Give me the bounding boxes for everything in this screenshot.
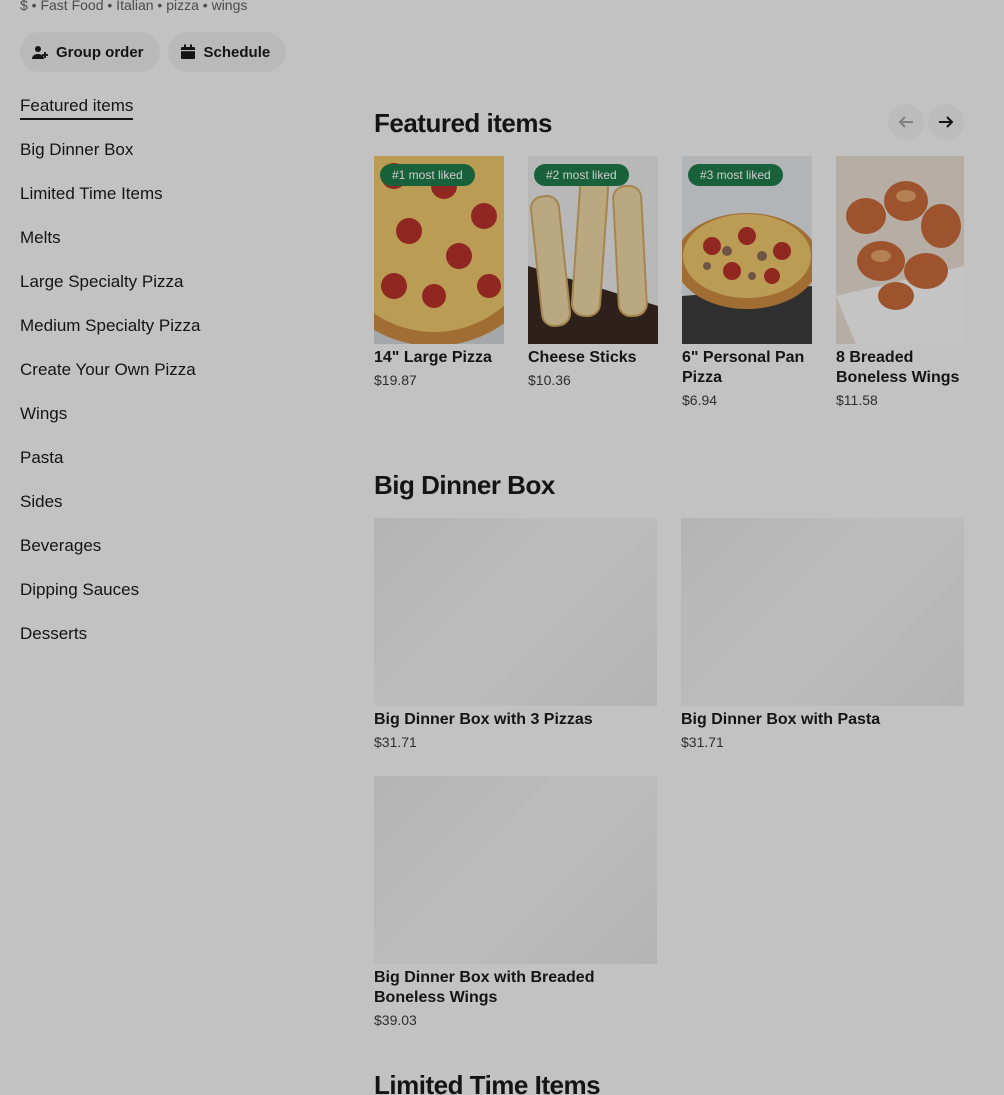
item-name: Big Dinner Box with 3 Pizzas [374,711,593,728]
sidebar-item-medium-specialty-pizza[interactable]: Medium Specialty Pizza [20,314,320,358]
pan-pizza-image: #3 most liked [682,156,812,344]
arrow-right-icon [939,116,954,128]
item-name: Cheese Sticks [528,349,637,366]
sidebar-item-label: Dipping Sauces [20,580,140,599]
sidebar-item-label: Melts [20,228,61,247]
cheese-sticks-image: #2 most liked [528,156,658,344]
sidebar-item-sides[interactable]: Sides [20,490,320,534]
sidebar-item-melts[interactable]: Melts [20,226,320,270]
schedule-label: Schedule [203,43,271,61]
add-person-icon [32,46,48,59]
sidebar-item-label: Create Your Own Pizza [20,360,196,379]
menu-item-card[interactable]: Big Dinner Box with Breaded Boneless Win… [374,776,657,1028]
most-liked-badge: #2 most liked [534,164,629,186]
menu-item-card[interactable]: Big Dinner Box with 3 Pizzas $31.71 [374,518,657,750]
sidebar-item-label: Large Specialty Pizza [20,272,184,291]
image-placeholder [681,518,964,706]
featured-carousel: #1 most liked 14" Large Pizza $19.87 #2 … [374,156,964,408]
item-name: 8 Breaded Boneless Wings [836,349,960,386]
sidebar-item-large-specialty-pizza[interactable]: Large Specialty Pizza [20,270,320,314]
item-name: 6" Personal Pan Pizza [682,349,805,386]
image-placeholder [374,776,657,964]
menu-sidebar: Featured items Big Dinner Box Limited Ti… [20,94,320,666]
schedule-button[interactable]: Schedule [167,32,287,72]
sidebar-item-desserts[interactable]: Desserts [20,622,320,666]
item-price: $31.71 [374,734,417,750]
limited-time-items-title: Limited Time Items [374,1070,601,1095]
sidebar-item-label: Sides [20,492,63,511]
sidebar-item-label: Pasta [20,448,64,467]
sidebar-item-label: Big Dinner Box [20,140,134,159]
sidebar-item-dipping-sauces[interactable]: Dipping Sauces [20,578,320,622]
item-price: $39.03 [374,1012,417,1028]
most-liked-badge: #3 most liked [688,164,783,186]
sidebar-item-label: Desserts [20,624,88,643]
featured-items-title: Featured items [374,108,552,138]
item-price: $10.36 [528,372,571,388]
boneless-wings-image [836,156,964,344]
item-price: $19.87 [374,372,417,388]
sidebar-item-create-your-own-pizza[interactable]: Create Your Own Pizza [20,358,320,402]
featured-item-card[interactable]: #3 most liked 6" Personal Pan Pizza $6.9… [682,156,812,408]
sidebar-item-big-dinner-box[interactable]: Big Dinner Box [20,138,320,182]
item-price: $6.94 [682,392,718,408]
arrow-left-icon [898,116,913,128]
store-subline: $ • Fast Food • Italian • pizza • wings [20,0,248,13]
featured-item-card[interactable]: #1 most liked 14" Large Pizza $19.87 [374,156,504,408]
sidebar-item-pasta[interactable]: Pasta [20,446,320,490]
sidebar-item-limited-time-items[interactable]: Limited Time Items [20,182,320,226]
carousel-prev-button[interactable] [888,104,924,140]
featured-item-card[interactable]: #2 most liked Cheese Sticks $10.36 [528,156,658,408]
sidebar-item-featured-items[interactable]: Featured items [20,94,320,138]
item-name: Big Dinner Box with Pasta [681,711,881,728]
item-name: Big Dinner Box with Breaded Boneless Win… [374,969,595,1006]
sidebar-item-label: Beverages [20,536,102,555]
pepperoni-pizza-image: #1 most liked [374,156,504,344]
image-placeholder [374,518,657,706]
item-price: $11.58 [836,392,878,408]
most-liked-badge: #1 most liked [380,164,475,186]
group-order-label: Group order [56,43,144,61]
carousel-controls [888,104,964,140]
sidebar-item-wings[interactable]: Wings [20,402,320,446]
calendar-icon [180,44,195,59]
big-dinner-box-title: Big Dinner Box [374,470,555,500]
item-name: 14" Large Pizza [374,349,492,366]
menu-item-card[interactable]: Big Dinner Box with Pasta $31.71 [681,518,964,750]
store-actions: Group order Schedule [20,32,287,72]
sidebar-item-label: Medium Specialty Pizza [20,316,201,335]
item-price: $31.71 [681,734,724,750]
sidebar-item-label: Featured items [20,96,134,120]
carousel-next-button[interactable] [928,104,964,140]
sidebar-item-beverages[interactable]: Beverages [20,534,320,578]
sidebar-item-label: Limited Time Items [20,184,163,203]
sidebar-item-label: Wings [20,404,68,423]
featured-item-card[interactable]: 8 Breaded Boneless Wings $11.58 [836,156,964,408]
group-order-button[interactable]: Group order [20,32,160,72]
